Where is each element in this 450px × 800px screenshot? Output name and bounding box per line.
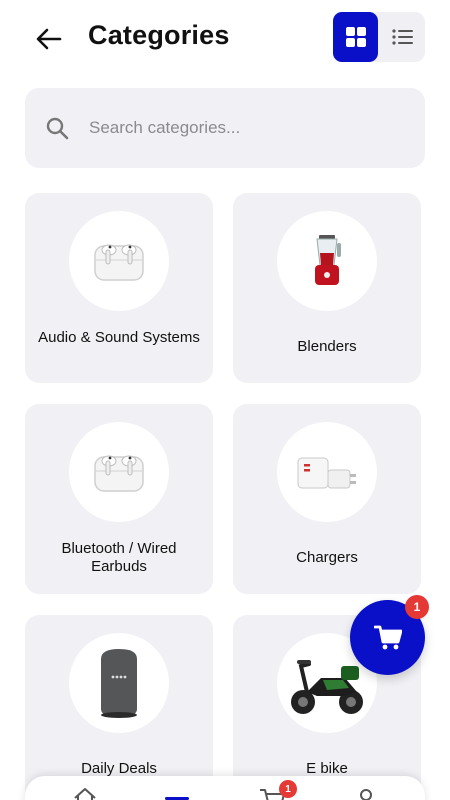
view-toggle bbox=[333, 12, 425, 62]
earbuds-case-image bbox=[94, 455, 144, 492]
list-view-icon bbox=[392, 29, 413, 45]
page-title: Categories bbox=[88, 20, 230, 50]
app-header: Categories bbox=[0, 0, 450, 80]
category-card-chargers[interactable]: Chargers bbox=[233, 404, 421, 594]
search-input[interactable] bbox=[89, 112, 389, 144]
category-image-frame bbox=[69, 422, 169, 522]
category-image-frame bbox=[277, 422, 377, 522]
category-card-daily-deals[interactable]: Daily Deals bbox=[25, 615, 213, 800]
category-image-frame bbox=[277, 211, 377, 311]
category-card-earbuds[interactable]: Bluetooth / Wired Earbuds bbox=[25, 404, 213, 594]
list-view-button[interactable] bbox=[381, 12, 425, 62]
category-card-blenders[interactable]: Blenders bbox=[233, 193, 421, 383]
smart-speaker-image bbox=[101, 649, 137, 718]
nav-cart-badge: 1 bbox=[279, 780, 297, 798]
category-image-frame bbox=[69, 633, 169, 733]
search-icon bbox=[46, 117, 69, 140]
blender-image bbox=[315, 235, 341, 285]
category-label: Audio & Sound Systems bbox=[38, 329, 200, 346]
category-image-frame bbox=[69, 211, 169, 311]
category-card-audio[interactable]: Audio & Sound Systems bbox=[25, 193, 213, 383]
grid-view-button[interactable] bbox=[333, 12, 378, 62]
cart-badge: 1 bbox=[405, 595, 429, 619]
back-button[interactable] bbox=[34, 24, 64, 54]
search-bar bbox=[25, 88, 425, 168]
charger-image bbox=[297, 457, 356, 489]
earbuds-case-image bbox=[94, 244, 144, 281]
e-bike-image bbox=[291, 660, 363, 714]
profile-icon[interactable] bbox=[351, 786, 381, 800]
bottom-nav: 1 bbox=[25, 776, 425, 800]
home-icon[interactable] bbox=[70, 786, 100, 800]
arrow-left-icon bbox=[36, 28, 62, 50]
grid-view-icon bbox=[345, 27, 366, 47]
cart-icon bbox=[373, 625, 402, 649]
category-label: Chargers bbox=[296, 549, 358, 566]
category-label: Bluetooth / Wired Earbuds bbox=[61, 540, 177, 575]
category-label: Blenders bbox=[297, 338, 357, 355]
